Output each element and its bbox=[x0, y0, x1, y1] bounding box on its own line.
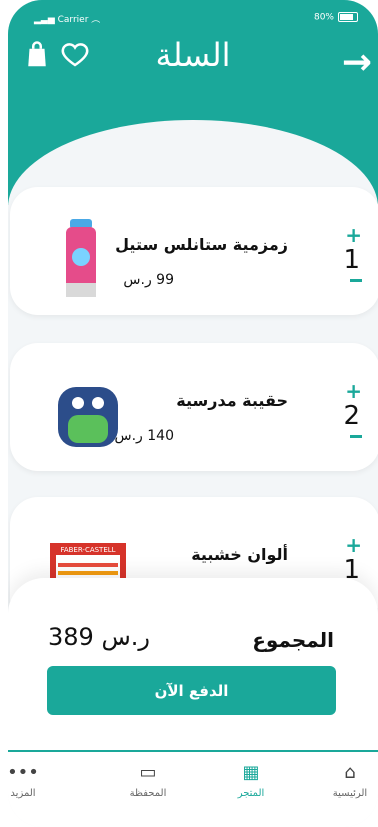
plus-icon[interactable]: + bbox=[345, 379, 362, 403]
total-label: المجموع bbox=[252, 628, 334, 652]
wallet-icon: ▭ bbox=[139, 762, 157, 783]
product-price: 99 ر.س bbox=[123, 272, 174, 288]
product-name: زمزمية ستانلس ستيل bbox=[115, 235, 288, 254]
tab-more[interactable]: ••• المزيد bbox=[8, 762, 58, 799]
phone-screen: ▂▃▅ Carrier ︵ 80% السلة → زمزمية ستانلس … bbox=[8, 0, 378, 827]
more-icon: ••• bbox=[8, 762, 39, 783]
tab-wallet[interactable]: ▭ المحفظة bbox=[113, 762, 183, 799]
minus-icon[interactable] bbox=[350, 279, 362, 282]
back-arrow-icon[interactable]: → bbox=[342, 42, 372, 83]
checkout-sheet: المجموع 389 ر.س الدفع الآن bbox=[8, 578, 378, 753]
product-image-bottle bbox=[66, 219, 96, 297]
tab-bar: ••• المزيد ▭ المحفظة ▦ المتجر ⌂ الرئيسية bbox=[8, 750, 378, 827]
product-name: حقيبة مدرسية bbox=[176, 391, 288, 410]
carrier: ▂▃▅ Carrier ︵ bbox=[34, 15, 101, 25]
quantity-value: 1 bbox=[343, 245, 360, 275]
pay-now-button[interactable]: الدفع الآن bbox=[47, 666, 336, 715]
home-icon: ⌂ bbox=[344, 762, 356, 783]
plus-icon[interactable]: + bbox=[345, 223, 362, 247]
product-name: ألوان خشبية bbox=[191, 545, 288, 564]
cart-item-card: زمزمية ستانلس ستيل 99 ر.س + 1 bbox=[10, 187, 378, 315]
cart-item-card: حقيبة مدرسية 140 ر.س + 2 bbox=[10, 343, 378, 471]
brand-label: FABER-CASTELL bbox=[60, 546, 115, 554]
battery: 80% bbox=[314, 12, 358, 23]
product-price: 140 ر.س bbox=[114, 428, 175, 444]
quantity-value: 2 bbox=[343, 401, 360, 431]
page-title: السلة bbox=[155, 36, 231, 74]
status-bar: ▂▃▅ Carrier ︵ 80% bbox=[8, 10, 378, 26]
store-icon: ▦ bbox=[242, 762, 260, 783]
tab-store[interactable]: ▦ المتجر bbox=[216, 762, 286, 799]
plus-icon[interactable]: + bbox=[345, 533, 362, 557]
tab-home[interactable]: ⌂ الرئيسية bbox=[315, 762, 378, 799]
battery-icon bbox=[338, 12, 358, 22]
total-value: 389 ر.س bbox=[48, 623, 150, 651]
minus-icon[interactable] bbox=[350, 435, 362, 438]
